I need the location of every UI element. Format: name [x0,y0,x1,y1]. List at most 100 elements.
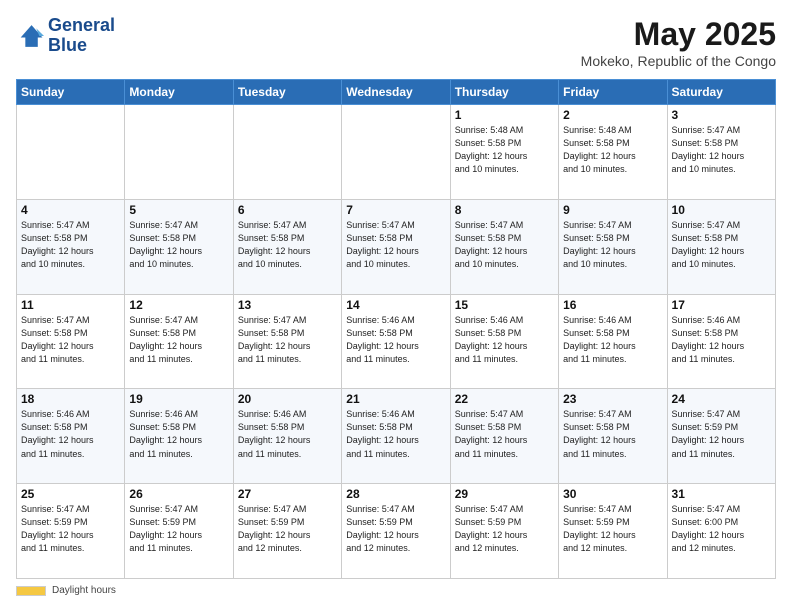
day-info: Sunrise: 5:47 AM Sunset: 5:58 PM Dayligh… [21,219,120,271]
title-block: May 2025 Mokeko, Republic of the Congo [581,16,776,69]
day-info: Sunrise: 5:47 AM Sunset: 5:58 PM Dayligh… [672,219,771,271]
calendar-day-header: Saturday [667,80,775,105]
calendar-day-header: Tuesday [233,80,341,105]
calendar-cell: 26Sunrise: 5:47 AM Sunset: 5:59 PM Dayli… [125,484,233,579]
subtitle: Mokeko, Republic of the Congo [581,53,776,69]
calendar-cell: 12 Sunrise: 5:47 AM Sunset: 5:58 PM Dayli… [125,294,233,389]
day-number: 23 [563,392,662,406]
day-info: Sunrise: 5:47 AM Sunset: 5:58 PM Dayligh… [455,408,554,460]
calendar-cell: 3Sunrise: 5:47 AM Sunset: 5:58 PM Daylig… [667,105,775,200]
calendar-cell: 18 Sunrise: 5:46 AM Sunset: 5:58 PM Dayli… [17,389,125,484]
calendar-cell: 6Sunrise: 5:47 AM Sunset: 5:58 PM Daylig… [233,199,341,294]
calendar-cell: 15 Sunrise: 5:46 AM Sunset: 5:58 PM Dayli… [450,294,558,389]
calendar-cell [125,105,233,200]
day-info: Sunrise: 5:47 AM Sunset: 5:59 PM Dayligh… [455,503,554,555]
day-number: 27 [238,487,337,501]
day-info: Sunrise: 5:46 AM Sunset: 5:58 PM Dayligh… [455,314,554,366]
day-number: 10 [672,203,771,217]
day-info: Sunrise: 5:46 AM Sunset: 5:58 PM Dayligh… [346,408,445,460]
day-number: 20 [238,392,337,406]
calendar-cell: 25 Sunrise: 5:47 AM Sunset: 5:59 PM Dayli… [17,484,125,579]
calendar-cell: 8Sunrise: 5:47 AM Sunset: 5:58 PM Daylig… [450,199,558,294]
calendar-cell: 29Sunrise: 5:47 AM Sunset: 5:59 PM Dayli… [450,484,558,579]
calendar-cell: 10 Sunrise: 5:47 AM Sunset: 5:58 PM Dayli… [667,199,775,294]
page: General Blue May 2025 Mokeko, Republic o… [0,0,792,612]
calendar-cell: 2 Sunrise: 5:48 AM Sunset: 5:58 PM Daylig… [559,105,667,200]
day-number: 16 [563,298,662,312]
calendar-cell: 14Sunrise: 5:46 AM Sunset: 5:58 PM Dayli… [342,294,450,389]
day-info: Sunrise: 5:47 AM Sunset: 5:58 PM Dayligh… [563,408,662,460]
calendar-cell: 23 Sunrise: 5:47 AM Sunset: 5:58 PM Dayli… [559,389,667,484]
day-info: Sunrise: 5:47 AM Sunset: 6:00 PM Dayligh… [672,503,771,555]
calendar-day-header: Sunday [17,80,125,105]
day-info: Sunrise: 5:48 AM Sunset: 5:58 PM Dayligh… [455,124,554,176]
day-number: 15 [455,298,554,312]
calendar-week-row: 1 Sunrise: 5:48 AM Sunset: 5:58 PM Daylig… [17,105,776,200]
day-number: 12 [129,298,228,312]
day-info: Sunrise: 5:47 AM Sunset: 5:58 PM Dayligh… [238,314,337,366]
day-info: Sunrise: 5:47 AM Sunset: 5:58 PM Dayligh… [563,219,662,271]
day-number: 7 [346,203,445,217]
day-number: 14 [346,298,445,312]
day-number: 19 [129,392,228,406]
day-info: Sunrise: 5:47 AM Sunset: 5:58 PM Dayligh… [21,314,120,366]
main-title: May 2025 [581,16,776,53]
calendar-week-row: 18 Sunrise: 5:46 AM Sunset: 5:58 PM Dayli… [17,389,776,484]
day-number: 13 [238,298,337,312]
day-info: Sunrise: 5:47 AM Sunset: 5:58 PM Dayligh… [129,314,228,366]
day-number: 28 [346,487,445,501]
calendar-cell: 7 Sunrise: 5:47 AM Sunset: 5:58 PM Daylig… [342,199,450,294]
day-info: Sunrise: 5:46 AM Sunset: 5:58 PM Dayligh… [672,314,771,366]
calendar-cell: 22 Sunrise: 5:47 AM Sunset: 5:58 PM Dayli… [450,389,558,484]
calendar-cell: 24 Sunrise: 5:47 AM Sunset: 5:59 PM Dayli… [667,389,775,484]
daylight-label: Daylight hours [52,585,116,596]
calendar-cell: 17Sunrise: 5:46 AM Sunset: 5:58 PM Dayli… [667,294,775,389]
day-number: 1 [455,108,554,122]
calendar-cell: 28Sunrise: 5:47 AM Sunset: 5:59 PM Dayli… [342,484,450,579]
calendar-day-header: Wednesday [342,80,450,105]
calendar-cell: 11 Sunrise: 5:47 AM Sunset: 5:58 PM Dayli… [17,294,125,389]
day-number: 11 [21,298,120,312]
calendar-cell: 19Sunrise: 5:46 AM Sunset: 5:58 PM Dayli… [125,389,233,484]
day-info: Sunrise: 5:47 AM Sunset: 5:59 PM Dayligh… [129,503,228,555]
calendar-table: SundayMondayTuesdayWednesdayThursdayFrid… [16,79,776,579]
day-info: Sunrise: 5:47 AM Sunset: 5:59 PM Dayligh… [563,503,662,555]
day-info: Sunrise: 5:47 AM Sunset: 5:58 PM Dayligh… [238,219,337,271]
day-info: Sunrise: 5:47 AM Sunset: 5:58 PM Dayligh… [455,219,554,271]
day-info: Sunrise: 5:47 AM Sunset: 5:58 PM Dayligh… [346,219,445,271]
calendar-cell: 30Sunrise: 5:47 AM Sunset: 5:59 PM Dayli… [559,484,667,579]
calendar-cell: 9Sunrise: 5:47 AM Sunset: 5:58 PM Daylig… [559,199,667,294]
day-info: Sunrise: 5:46 AM Sunset: 5:58 PM Dayligh… [238,408,337,460]
day-info: Sunrise: 5:47 AM Sunset: 5:59 PM Dayligh… [21,503,120,555]
day-info: Sunrise: 5:46 AM Sunset: 5:58 PM Dayligh… [563,314,662,366]
calendar-day-header: Friday [559,80,667,105]
header: General Blue May 2025 Mokeko, Republic o… [16,16,776,69]
day-number: 18 [21,392,120,406]
day-number: 24 [672,392,771,406]
logo: General Blue [16,16,115,56]
calendar-cell: 27Sunrise: 5:47 AM Sunset: 5:59 PM Dayli… [233,484,341,579]
day-number: 21 [346,392,445,406]
day-number: 22 [455,392,554,406]
calendar-cell: 5 Sunrise: 5:47 AM Sunset: 5:58 PM Daylig… [125,199,233,294]
day-info: Sunrise: 5:47 AM Sunset: 5:59 PM Dayligh… [672,408,771,460]
calendar-cell [342,105,450,200]
calendar-cell: 21 Sunrise: 5:46 AM Sunset: 5:58 PM Dayli… [342,389,450,484]
day-number: 5 [129,203,228,217]
calendar-week-row: 11 Sunrise: 5:47 AM Sunset: 5:58 PM Dayli… [17,294,776,389]
calendar-cell: 31Sunrise: 5:47 AM Sunset: 6:00 PM Dayli… [667,484,775,579]
logo-icon [16,22,44,50]
day-number: 2 [563,108,662,122]
day-info: Sunrise: 5:46 AM Sunset: 5:58 PM Dayligh… [21,408,120,460]
calendar-day-header: Monday [125,80,233,105]
day-number: 25 [21,487,120,501]
calendar-header-row: SundayMondayTuesdayWednesdayThursdayFrid… [17,80,776,105]
calendar-cell: 20 Sunrise: 5:46 AM Sunset: 5:58 PM Dayli… [233,389,341,484]
calendar-cell: 13 Sunrise: 5:47 AM Sunset: 5:58 PM Dayli… [233,294,341,389]
calendar-cell: 1 Sunrise: 5:48 AM Sunset: 5:58 PM Daylig… [450,105,558,200]
calendar-cell: 4Sunrise: 5:47 AM Sunset: 5:58 PM Daylig… [17,199,125,294]
calendar-cell [233,105,341,200]
day-info: Sunrise: 5:48 AM Sunset: 5:58 PM Dayligh… [563,124,662,176]
day-info: Sunrise: 5:47 AM Sunset: 5:58 PM Dayligh… [129,219,228,271]
footer-note: Daylight hours [16,585,776,596]
